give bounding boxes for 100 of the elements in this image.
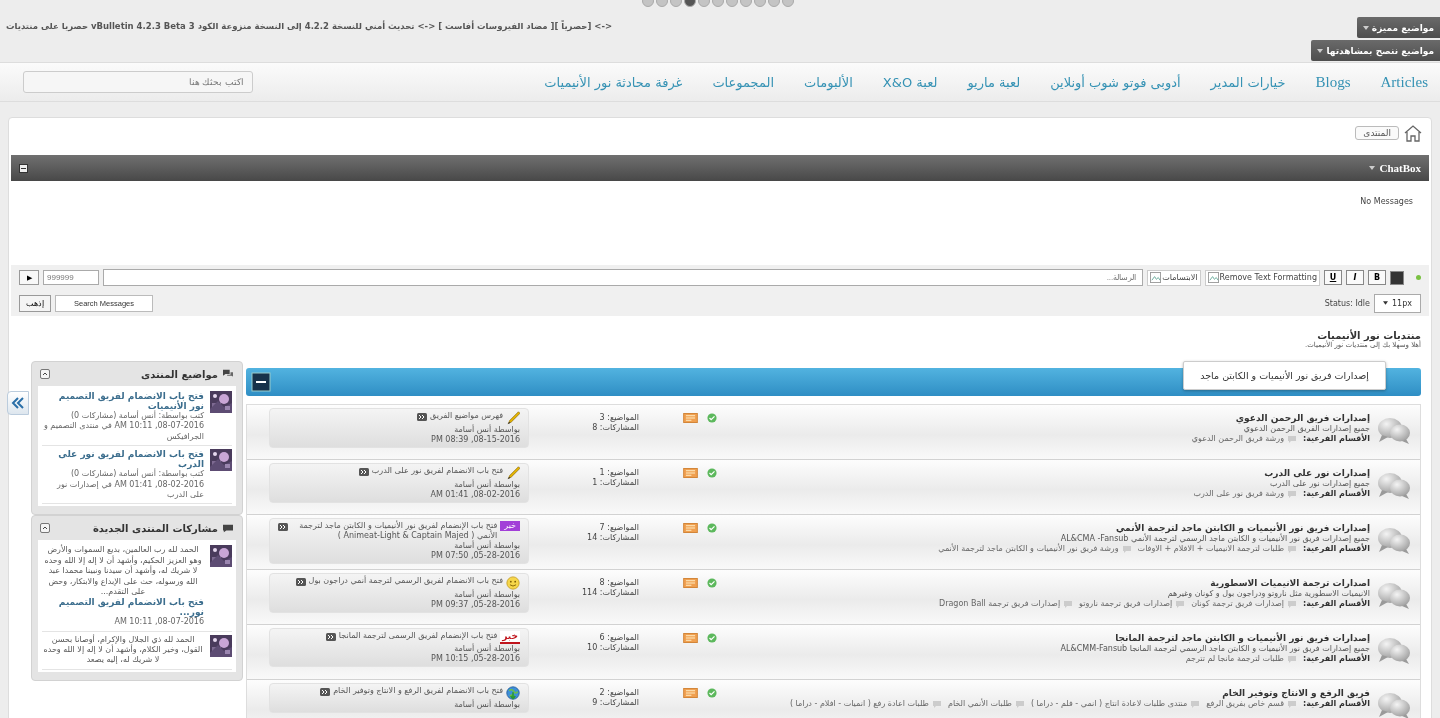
featured-menu-button[interactable]: مواضيع ننصح بمشاهدتها bbox=[1311, 40, 1440, 61]
check-icon bbox=[707, 468, 717, 478]
subforum-link[interactable]: منتدى طلبات لاعادة انتاج ( انمي - فلم - دراما ) bbox=[1030, 699, 1188, 710]
topic-count: المواضيع: 3 bbox=[598, 413, 639, 423]
forum-link[interactable]: إصدارات فريق نور الأنيميات و الكابتن ماجد لترجمة المانجا bbox=[1115, 633, 1370, 645]
news-ticker: <-> [حصرياً ][ مضاد الفيروسات أفاست ] <-> تحديث أمني للنسخة 4.2.2 إلى النسخة منزوعة الكود vBulletin 4.2.3 Beta 3 حصريا على منتديات bbox=[6, 21, 613, 31]
image-alt-text: الابتسامات bbox=[1162, 273, 1198, 282]
subforum-link[interactable]: ورشة فريق نور الأنيميات و الكابتن ماجد لترجمة الأنمي bbox=[938, 544, 1119, 555]
forum-description: الانيميات الاسطورية مثل ناروتو ودراجون بول و كونان وغيرهم bbox=[1167, 589, 1370, 599]
topic-posted-info: 08-02-2016, 01:41 AM في إصدارات نور على الدرب bbox=[55, 479, 204, 501]
envelope-icon[interactable] bbox=[683, 688, 698, 698]
caret-icon bbox=[1383, 301, 1388, 305]
forum-link[interactable]: فريق الرفع و الانتاج وتوفير الخام bbox=[1222, 688, 1370, 700]
broken-image-icon[interactable] bbox=[1207, 272, 1219, 283]
color-swatch[interactable] bbox=[1390, 270, 1404, 285]
collapse-icon[interactable] bbox=[40, 369, 50, 379]
comments-icon bbox=[222, 369, 234, 379]
go-to-post-icon[interactable] bbox=[320, 688, 331, 696]
post-date: 08-07-2016, 10:11 AM bbox=[114, 617, 204, 628]
subforum-link[interactable]: ورشة فريق الرحمن الدعوي bbox=[1191, 434, 1284, 445]
broken-image-icon[interactable] bbox=[1150, 272, 1162, 283]
last-post-link[interactable]: فتح باب الانضمام لفريق الرسمي لترجمة أنمي دراجون بول bbox=[308, 576, 503, 586]
forum-link[interactable]: إصدارات نور على الدرب bbox=[1264, 468, 1370, 480]
envelope-icon[interactable] bbox=[683, 413, 698, 423]
speech-bubble-icon bbox=[1190, 700, 1201, 709]
forum-link[interactable]: اصدارات ترجمة الانيميات الاسطورية bbox=[1210, 578, 1370, 590]
color-field[interactable]: 999999 bbox=[43, 270, 99, 285]
featured-menu-button[interactable]: مواضيع مميزة bbox=[1356, 17, 1440, 38]
subforum-link[interactable]: إصدارات فريق ترجمة كونان bbox=[1191, 599, 1284, 610]
nav-link[interactable]: Blogs bbox=[1315, 73, 1351, 91]
last-post-link[interactable]: فهرس مواضيع الفريق bbox=[430, 411, 503, 421]
nav-link[interactable]: لعبة ماريو bbox=[967, 74, 1021, 90]
nav-link[interactable]: المجموعات bbox=[712, 74, 775, 90]
forum-link[interactable]: إصدارات فريق نور الأنيميات و الكابتن ماجد لترجمة الأنمي bbox=[1116, 523, 1370, 535]
pen-icon bbox=[506, 466, 520, 480]
last-post-link[interactable]: فتح باب الانضمام لفريق نور على الدرب bbox=[371, 466, 503, 476]
format-button[interactable]: I bbox=[1346, 270, 1364, 285]
envelope-icon[interactable] bbox=[683, 578, 698, 588]
chat-bubbles-icon bbox=[1376, 636, 1412, 666]
post-excerpt: الحمد لله رب العالمين، بديع السموات والأرض وهو العزيز الحكيم، وأشهد أن لا إله إلا الله وحده لا شريك له، وأشهد أن سيدنا ونبينا محمدا عبد الله ورسوله، حث على الإبداع والابتكار، وحض على التقدم... bbox=[43, 545, 203, 598]
subforum-link[interactable]: قسم خاص بفريق الرفع bbox=[1206, 699, 1284, 710]
collapse-sidebar-button[interactable] bbox=[7, 391, 29, 415]
caret-icon[interactable] bbox=[1369, 166, 1376, 170]
go-to-post-icon[interactable] bbox=[358, 468, 369, 476]
envelope-icon[interactable] bbox=[683, 633, 698, 643]
go-to-post-icon[interactable] bbox=[417, 413, 428, 421]
font-size-select[interactable]: 11px bbox=[1374, 293, 1421, 313]
comment-icon bbox=[222, 523, 234, 534]
format-button[interactable]: B bbox=[1368, 270, 1386, 285]
go-button[interactable]: إذهب bbox=[19, 294, 51, 312]
format-button[interactable]: U bbox=[1324, 270, 1342, 285]
forum-description: جميع إصدارات فريق نور الأنيميات و الكابتن ماجد الرسمي لترجمة المانجا AL&CMM-Fansub bbox=[1060, 644, 1370, 654]
subforum-link[interactable]: طلبات لترجمة الانيميات + الافلام + الاوفات bbox=[1137, 544, 1284, 555]
speech-bubble-icon bbox=[1287, 700, 1297, 709]
subforum-link[interactable]: ورشة فريق نور على الدرب bbox=[1193, 489, 1284, 500]
nav-link[interactable]: خيارات المدير bbox=[1210, 74, 1286, 90]
forum-description: جميع إصدارات فريق نور الأنيميات و الكابتن ماجد الرسمي لترجمة الأنمي AL&CMA -Fansub bbox=[1060, 534, 1370, 544]
last-post-link[interactable]: فتح باب الإنضمام لفريق نور الأنيميات و الكابتن ماجد لترجمة الأنمي ( Animeat-Light & Captain Majed ) bbox=[291, 521, 498, 541]
speech-bubble-icon bbox=[1287, 435, 1297, 444]
speech-bubble-icon bbox=[1063, 600, 1074, 609]
post-excerpt: الحمد لله ذي الجلال والإكرام، أوصانا بحسن القول، وخير الكلام، وأشهد أن لا إله إلا الله وحده لا شريك له، إليه يصعد bbox=[42, 634, 204, 666]
prefix-tag: خبر bbox=[500, 631, 520, 645]
subforum-link[interactable]: طلبات اعادة رفع ( انميات - افلام - دراما ) bbox=[789, 699, 929, 710]
go-to-post-icon[interactable] bbox=[325, 633, 336, 641]
nav-link[interactable]: Articles bbox=[1380, 73, 1428, 91]
topic-link[interactable]: فتح باب الانضمام لفريق التصميم نور الأنيميات bbox=[42, 391, 204, 411]
message-field[interactable]: الرسالة... bbox=[103, 269, 1144, 286]
last-post-link[interactable]: فتح باب الانضمام لفريق الرفع و الانتاج وتوفير الخام bbox=[333, 686, 503, 696]
collapse-icon[interactable] bbox=[40, 523, 50, 534]
envelope-icon[interactable] bbox=[683, 523, 698, 533]
topic-count: المواضيع: 8 bbox=[598, 578, 639, 588]
subforums-label: الأقسام الفرعية: bbox=[1303, 599, 1370, 610]
nav-link[interactable]: الألبومات bbox=[804, 74, 853, 90]
topic-count: المواضيع: 7 bbox=[598, 523, 639, 533]
go-to-post-icon[interactable] bbox=[295, 578, 306, 586]
subforum-link[interactable]: إصدارات فريق ترجمة ناروتو bbox=[1079, 599, 1173, 610]
subforum-link[interactable]: طلبات لترجمة مانجا لم تترجم bbox=[1185, 654, 1284, 665]
nav-link[interactable]: أدوبى فوتو شوب أونلاين bbox=[1050, 74, 1181, 90]
caret-icon bbox=[1362, 25, 1369, 30]
status-text: Status: Idle bbox=[1324, 298, 1370, 308]
speech-bubble-icon bbox=[1014, 700, 1025, 709]
collapse-icon[interactable] bbox=[19, 163, 28, 173]
topic-link[interactable]: فتح باب الانضمام لفريق نور على الدرب bbox=[42, 449, 204, 470]
breadcrumb-link[interactable]: المنتدى bbox=[1355, 126, 1399, 140]
topic-link[interactable]: فتح باب الانضمام لفريق التصميم نور... bbox=[42, 597, 204, 618]
subforum-link[interactable]: طلبات الأنمي الخام bbox=[947, 699, 1012, 710]
topic-byline: كتب بواسطة: أنس أسامة (مشاركات 0) bbox=[70, 469, 204, 480]
speech-bubble-icon bbox=[1121, 545, 1132, 554]
go-to-post-icon[interactable] bbox=[278, 523, 288, 531]
last-post-author: بواسطة أنس أسامة bbox=[454, 425, 520, 435]
subforum-link[interactable]: إصدارات فريق ترجمة Dragon Ball bbox=[939, 599, 1061, 610]
envelope-icon[interactable] bbox=[683, 468, 698, 478]
forum-link[interactable]: إصدارات فريق الرحمن الدعوي bbox=[1235, 413, 1370, 425]
nav-link[interactable]: غرفة محادثة نور الأنيميات bbox=[544, 74, 683, 90]
nav-link[interactable]: لعبة X&O bbox=[882, 74, 938, 90]
last-post-link[interactable]: فتح باب الإنضمام لفريق الرسمى لترجمة المانجا bbox=[338, 631, 498, 641]
home-icon[interactable] bbox=[1403, 124, 1423, 142]
topic-byline: كتب بواسطة: أنس أسامة (مشاركات 0) bbox=[70, 411, 204, 421]
topic-posted-info: 08-07-2016, 10:11 AM في منتدى التصميم و الجرافيكس bbox=[42, 421, 204, 443]
search-field[interactable]: اكتب بحثك هنا bbox=[23, 71, 253, 93]
